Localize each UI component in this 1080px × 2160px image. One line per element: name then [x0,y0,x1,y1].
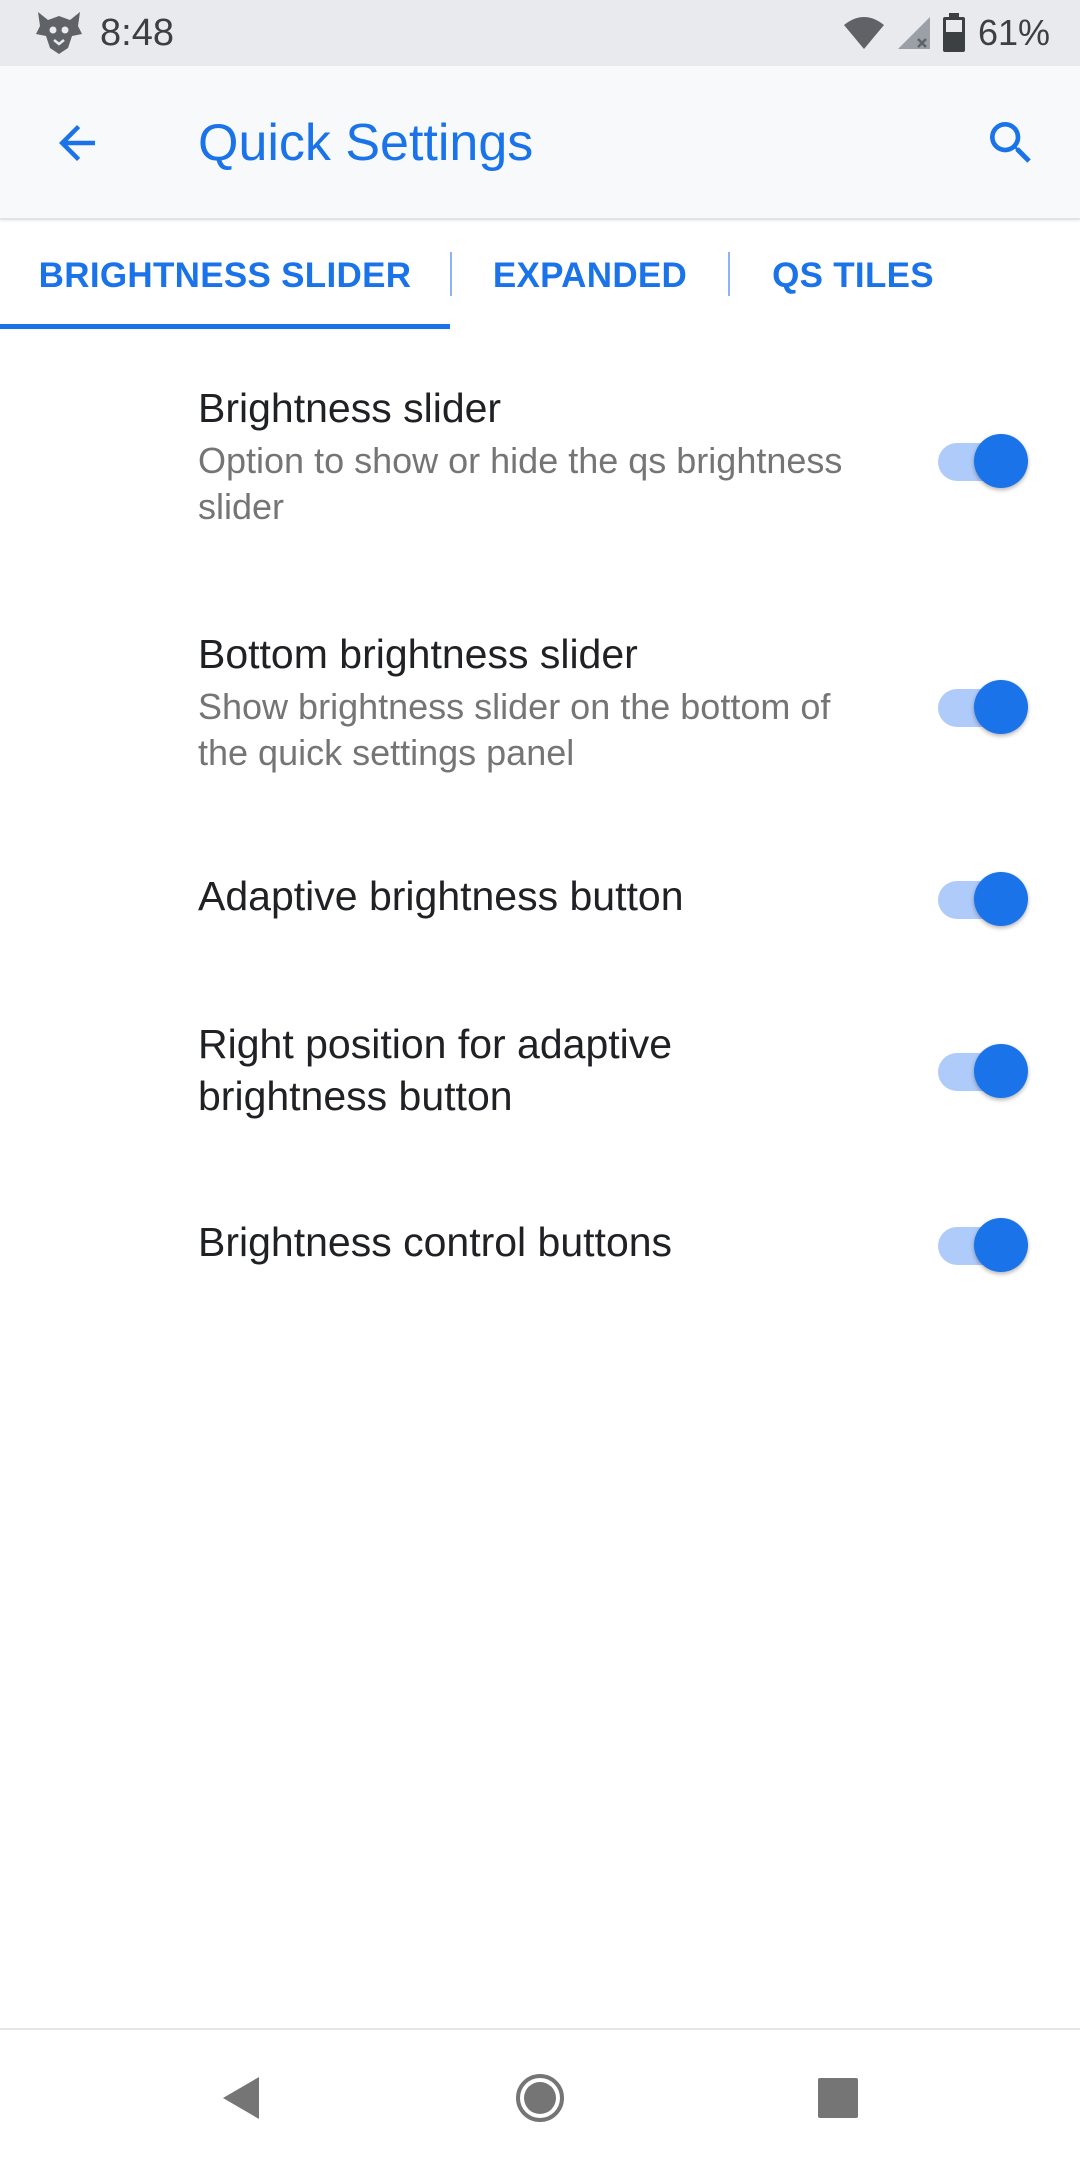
toggle-thumb [974,1044,1028,1098]
bottom-brightness-slider-toggle[interactable] [938,668,1028,738]
arrow-back-icon [59,125,95,161]
toggle-thumb [974,680,1028,734]
status-bar-right: 61% [832,0,1050,66]
setting-title: Adaptive brightness button [198,873,684,919]
navigation-bar [0,2028,1080,2160]
nav-back-icon [223,2077,259,2119]
setting-bottom-brightness-slider[interactable]: Bottom brightness slider Show brightness… [0,576,1080,816]
toggle-thumb [974,872,1028,926]
search-icon [990,122,1031,163]
setting-brightness-slider[interactable]: Brightness slider Option to show or hide… [0,330,1080,570]
app-logo-icon [36,12,82,54]
tab-expanded[interactable]: EXPANDED [452,222,728,330]
page-title: Quick Settings [198,114,534,172]
setting-summary: Show brightness slider on the bottom of … [198,686,831,773]
setting-brightness-control-buttons[interactable]: Brightness control buttons [0,1190,1080,1302]
toggle-thumb [974,434,1028,488]
cell-signal-icon [897,17,930,49]
battery-percentage: 61% [977,12,1050,53]
setting-right-position-adaptive-brightness[interactable]: Right position for adaptive brightness b… [0,1008,1080,1158]
status-bar-left: 8:48 [32,0,174,66]
battery-icon [942,13,965,52]
setting-adaptive-brightness-button[interactable]: Adaptive brightness button [0,840,1080,952]
app-bar: Quick Settings [0,66,1080,220]
tab-qs-tiles[interactable]: QS TILES [730,222,976,330]
wifi-icon [843,17,884,49]
nav-home-button[interactable] [500,2058,580,2138]
brightness-control-buttons-toggle[interactable] [938,1206,1028,1276]
setting-title: Brightness control buttons [198,1219,673,1265]
toggle-thumb [974,1218,1028,1272]
nav-back-button[interactable] [200,2058,280,2138]
tab-bar: BRIGHTNESS SLIDER EXPANDED QS TILES [0,222,1080,330]
right-position-adaptive-brightness-toggle[interactable] [938,1032,1028,1102]
status-bar: 8:48 61% [0,0,1080,66]
adaptive-brightness-button-toggle[interactable] [938,860,1028,930]
setting-title: Brightness slider [198,385,502,431]
brightness-slider-toggle[interactable] [938,422,1028,492]
setting-summary: Option to show or hide the qs brightness… [198,440,843,527]
nav-recents-button[interactable] [798,2058,878,2138]
nav-recents-icon [818,2078,858,2118]
nav-home-icon [516,2074,564,2122]
selected-tab-indicator [0,324,450,329]
setting-title: Bottom brightness slider [198,631,638,677]
setting-title: Right position for adaptive brightness b… [198,1021,673,1119]
tab-brightness-slider[interactable]: BRIGHTNESS SLIDER [0,222,450,330]
search-button[interactable] [978,110,1044,176]
status-time: 8:48 [100,11,174,54]
back-button[interactable] [44,110,110,176]
